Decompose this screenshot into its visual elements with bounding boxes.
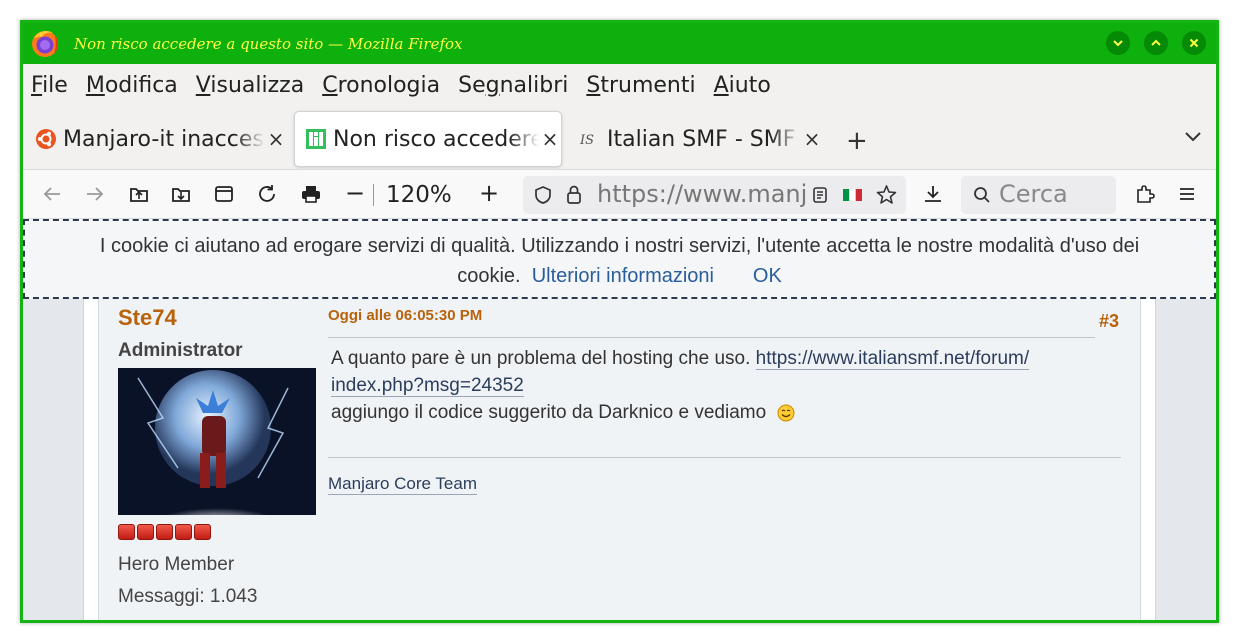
downloads-icon[interactable] <box>922 183 944 205</box>
zoom-level[interactable]: 120% <box>386 182 452 208</box>
menu-file[interactable]: File <box>31 73 68 98</box>
menu-aiuto[interactable]: Aiuto <box>714 73 771 98</box>
cookie-text-end: cookie. <box>457 265 521 287</box>
post-body: A quanto pare è un problema del hosting … <box>331 345 1091 426</box>
smiley-icon <box>777 404 795 422</box>
manjaro-icon <box>306 129 326 149</box>
search-icon <box>974 187 990 203</box>
menu-visualizza[interactable]: Visualizza <box>196 73 304 98</box>
post-author-name[interactable]: Ste74 <box>118 305 177 331</box>
post-text: aggiungo il codice suggerito da Darknico… <box>331 402 767 423</box>
menu-cronologia[interactable]: Cronologia <box>322 73 440 98</box>
member-group: Hero Member <box>118 554 235 575</box>
url-text[interactable]: https://www.manjaro.it <box>597 180 807 208</box>
zoom-out-button[interactable]: − <box>345 179 365 207</box>
ubuntu-icon <box>36 129 56 149</box>
close-window-button[interactable] <box>1182 31 1206 55</box>
firefox-window: Non risco accedere a questo sito — Mozil… <box>20 20 1219 623</box>
reader-view-icon[interactable] <box>811 186 829 204</box>
divider <box>328 337 1095 338</box>
rank-star <box>194 524 211 540</box>
ismf-icon: IS <box>579 133 594 148</box>
upload-folder-icon[interactable] <box>128 183 150 205</box>
hamburger-menu-icon[interactable] <box>1176 183 1198 205</box>
tab-close-button[interactable]: × <box>539 127 561 151</box>
url-bar[interactable]: https://www.manjaro.it <box>523 176 906 214</box>
download-folder-icon[interactable] <box>170 183 192 205</box>
cookie-more-info-link[interactable]: Ulteriori informazioni <box>532 265 714 287</box>
tab-manjaro-it[interactable]: Manjaro-it inaccessibile × <box>25 111 287 167</box>
svg-text:IS: IS <box>579 133 594 148</box>
post-link[interactable]: https://www.italiansmf.net/forum/ <box>755 348 1030 370</box>
lock-icon[interactable] <box>565 184 583 205</box>
chevron-down-icon <box>1113 40 1123 47</box>
menu-bar: File Modifica Visualizza Cronologia Segn… <box>23 64 1216 107</box>
rank-star <box>118 524 135 540</box>
forward-arrow-icon[interactable] <box>84 183 106 205</box>
reload-icon[interactable] <box>256 183 278 205</box>
tab-close-button[interactable]: × <box>265 127 287 151</box>
menu-segnalibri[interactable]: Segnalibri <box>458 73 568 98</box>
zoom-in-button[interactable]: + <box>479 179 499 207</box>
rank-star <box>156 524 173 540</box>
post-text: A quanto pare è un problema del hosting … <box>331 348 751 369</box>
chevron-up-icon <box>1151 39 1161 46</box>
rank-stars <box>118 524 213 540</box>
tab-bar: Manjaro-it inaccessibile × Non risco acc… <box>23 107 1216 169</box>
tab-italian-smf[interactable]: IS Italian SMF - SMF × <box>569 111 823 167</box>
window-title: Non risco accedere a questo sito — Mozil… <box>74 35 463 53</box>
menu-strumenti[interactable]: Strumenti <box>586 73 695 98</box>
cookie-banner: I cookie ci aiutano ad erogare servizi d… <box>23 219 1216 299</box>
print-icon[interactable] <box>300 183 322 205</box>
tab-non-risco-accedere[interactable]: Non risco accedere a questo sito × <box>294 111 562 167</box>
avatar <box>118 368 316 515</box>
page-content: I cookie ci aiutano ad erogare servizi d… <box>23 219 1216 620</box>
firefox-logo-icon <box>32 31 58 57</box>
extensions-puzzle-icon[interactable] <box>1134 183 1156 205</box>
tab-title: Manjaro-it inaccessibile <box>63 126 265 152</box>
search-box[interactable]: Cerca <box>961 176 1116 214</box>
signature-link[interactable]: Manjaro Core Team <box>328 474 477 495</box>
title-bar: Non risco accedere a questo sito — Mozil… <box>23 23 1216 64</box>
search-placeholder: Cerca <box>999 180 1068 208</box>
shield-icon[interactable] <box>533 185 553 205</box>
sidebar-window-icon[interactable] <box>213 183 235 205</box>
back-arrow-icon[interactable] <box>41 183 63 205</box>
menu-modifica[interactable]: Modifica <box>86 73 178 98</box>
tab-title: Italian SMF - SMF <box>607 126 801 152</box>
cookie-ok-button[interactable]: OK <box>753 265 782 287</box>
post-date[interactable]: Oggi alle 06:05:30 PM <box>328 307 482 324</box>
tab-close-button[interactable]: × <box>801 127 823 151</box>
zoom-separator <box>373 184 374 206</box>
italian-flag-icon[interactable] <box>843 189 862 201</box>
post-count: Messaggi: 1.043 <box>118 586 258 607</box>
navigation-toolbar: − 120% + https://www.manjaro.it Cerca <box>23 169 1216 219</box>
maximize-button[interactable] <box>1144 31 1168 55</box>
post-link-continued[interactable]: index.php?msg=24352 <box>331 375 524 397</box>
post-number[interactable]: #3 <box>1099 311 1119 332</box>
rank-star <box>137 524 154 540</box>
rank-star <box>175 524 192 540</box>
minimize-button[interactable] <box>1106 31 1130 55</box>
new-tab-button[interactable]: + <box>846 126 868 156</box>
post-author-role: Administrator <box>118 340 243 361</box>
cookie-text-line2: cookie. Ulteriori informazioni OK <box>25 261 1214 291</box>
chevron-down-icon[interactable] <box>1184 131 1202 143</box>
cookie-text-line1: I cookie ci aiutano ad erogare servizi d… <box>99 235 1140 257</box>
tab-title: Non risco accedere a questo sito <box>333 126 539 152</box>
signature-divider <box>328 457 1121 458</box>
close-icon <box>1189 38 1199 48</box>
bookmark-star-icon[interactable] <box>876 184 897 205</box>
